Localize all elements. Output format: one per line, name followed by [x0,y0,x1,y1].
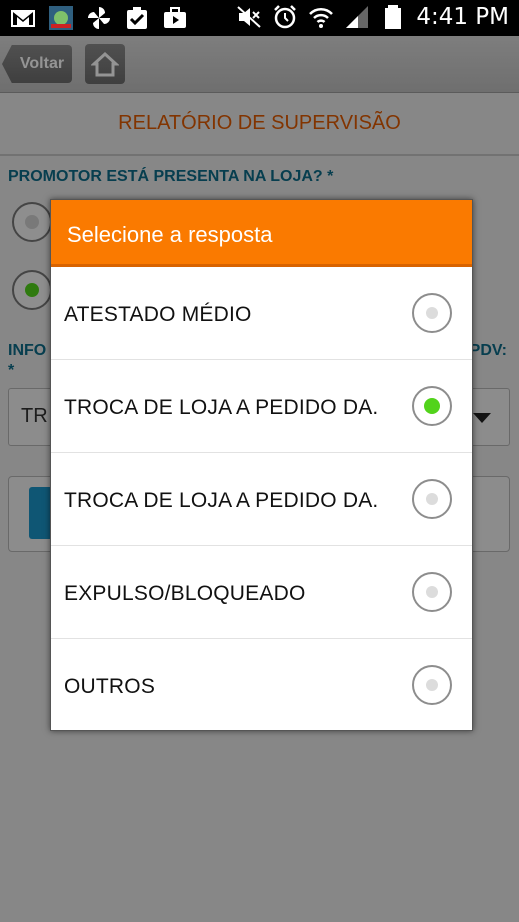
briefcase-play-icon [164,7,186,28]
pinwheel-icon [88,7,110,29]
wifi-icon [309,7,334,28]
option-item[interactable]: TROCA DE LOJA A PEDIDO DA. [51,453,472,546]
option-item[interactable]: ATESTADO MÉDIO [51,267,472,360]
app-thumbnail-icon [49,6,73,30]
option-item[interactable]: EXPULSO/BLOQUEADO [51,546,472,639]
radio-button[interactable] [412,572,452,612]
option-item[interactable]: OUTROS [51,639,472,732]
option-label: OUTROS [64,675,156,698]
option-label: TROCA DE LOJA A PEDIDO DA. [64,396,379,419]
gmail-icon [11,10,35,27]
status-bar: 4:41 PM [0,0,519,36]
battery-icon [385,5,402,29]
clipboard-check-icon [127,7,147,29]
radio-button-selected[interactable] [412,386,452,426]
option-label: EXPULSO/BLOQUEADO [64,582,306,605]
alarm-icon [274,5,297,29]
answer-dialog: Selecione a resposta ATESTADO MÉDIO TROC… [50,199,473,731]
options-list: ATESTADO MÉDIO TROCA DE LOJA A PEDIDO DA… [51,267,472,732]
radio-button[interactable] [412,479,452,519]
option-item[interactable]: TROCA DE LOJA A PEDIDO DA. [51,360,472,453]
option-label: ATESTADO MÉDIO [64,303,252,326]
radio-button[interactable] [412,293,452,333]
radio-button[interactable] [412,665,452,705]
dialog-title: Selecione a resposta [51,200,472,267]
status-time: 4:41 PM [416,4,509,30]
option-label: TROCA DE LOJA A PEDIDO DA. [64,489,379,512]
mute-icon [237,6,261,28]
signal-icon [346,6,369,28]
